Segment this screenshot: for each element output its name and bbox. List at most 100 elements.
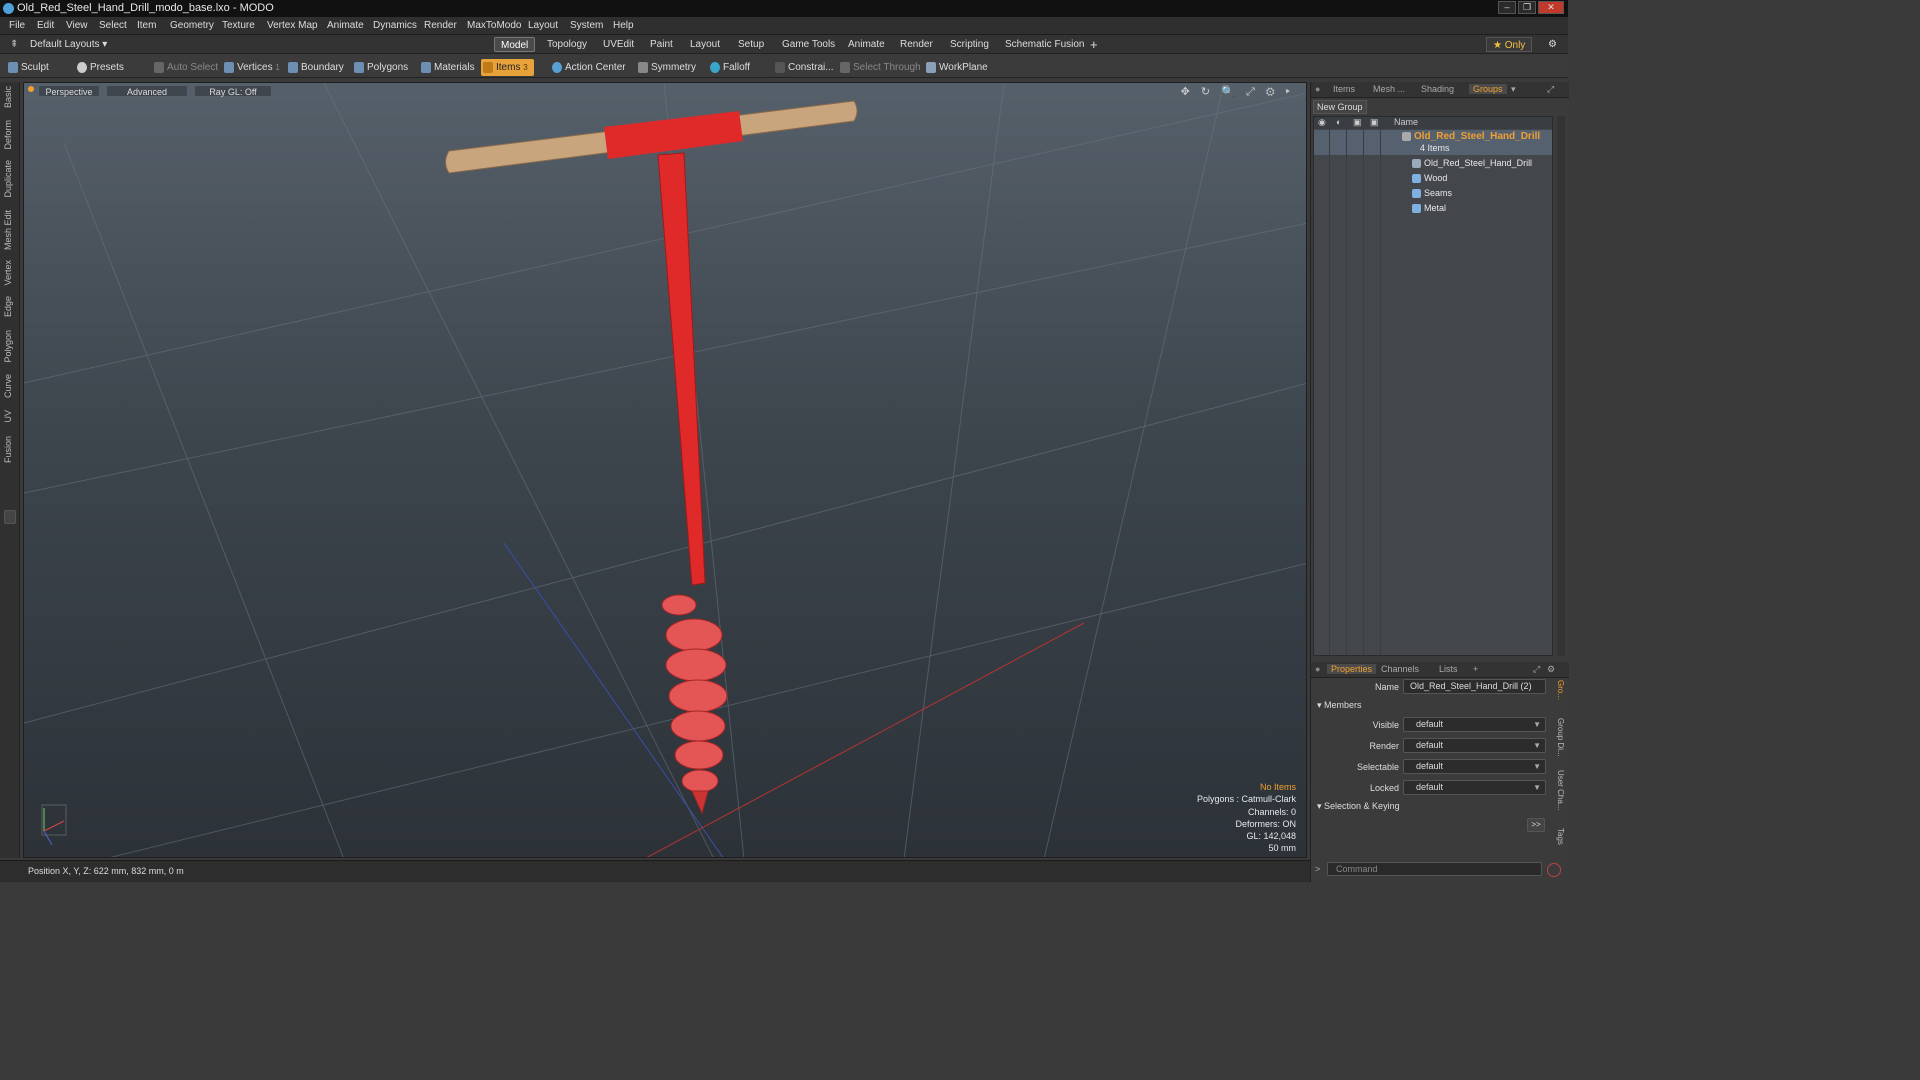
- groups-scrollbar[interactable]: [1557, 116, 1565, 656]
- tab-mesh-edit[interactable]: Mesh Edit: [3, 210, 17, 250]
- tab-model[interactable]: Model: [494, 37, 536, 52]
- selection-keying-section[interactable]: ▾ Selection & Keying: [1317, 801, 1400, 812]
- falloff-button[interactable]: Falloff: [708, 59, 750, 76]
- expand-icon[interactable]: ⤢: [1547, 84, 1554, 95]
- viewport-nav-icons[interactable]: ✥ ↻ 🔍 ⤢ ⚙ ▸: [1181, 85, 1294, 99]
- constrain-button[interactable]: Constrai...: [773, 59, 834, 76]
- more-button[interactable]: >>: [1527, 818, 1545, 832]
- symmetry-button[interactable]: Symmetry: [636, 59, 696, 76]
- tab-shading[interactable]: Shading: [1421, 84, 1454, 94]
- new-group-button[interactable]: New Group: [1313, 100, 1367, 114]
- member-row-mesh[interactable]: Old_Red_Steel_Hand_Drill: [1314, 157, 1552, 171]
- side-tab-group-display[interactable]: Group Di...: [1553, 718, 1565, 757]
- tab-duplicate[interactable]: Duplicate: [3, 160, 17, 198]
- render-dropdown[interactable]: default ▼: [1403, 738, 1546, 753]
- tab-polygon[interactable]: Polygon: [3, 330, 17, 363]
- action-center-button[interactable]: Action Center: [550, 59, 626, 76]
- tab-render[interactable]: Render: [894, 37, 939, 52]
- member-row-wood[interactable]: Wood: [1314, 172, 1552, 186]
- maximize-button[interactable]: ❐: [1518, 1, 1536, 14]
- workplane-button[interactable]: WorkPlane: [924, 59, 988, 76]
- minimize-button[interactable]: –: [1498, 1, 1516, 14]
- menu-geometry[interactable]: Geometry: [170, 20, 214, 31]
- expand-icon[interactable]: ⤢: [1533, 664, 1540, 675]
- command-history-icon[interactable]: [1547, 863, 1561, 877]
- member-row-metal[interactable]: Metal: [1314, 202, 1552, 216]
- side-tab-group[interactable]: Gro...: [1553, 680, 1565, 700]
- only-toggle[interactable]: ★ Only: [1486, 37, 1533, 52]
- hand-drill-model[interactable]: [445, 100, 858, 815]
- menu-edit[interactable]: Edit: [37, 20, 54, 31]
- tab-curve[interactable]: Curve: [3, 374, 17, 398]
- tab-scripting[interactable]: Scripting: [944, 37, 995, 52]
- tab-properties[interactable]: Properties: [1327, 664, 1377, 674]
- settings-gear-icon[interactable]: ⚙: [1542, 37, 1563, 52]
- command-input[interactable]: Command: [1327, 862, 1542, 876]
- menu-render[interactable]: Render: [424, 20, 457, 31]
- tab-setup[interactable]: Setup: [732, 37, 770, 52]
- menu-layout[interactable]: Layout: [528, 20, 558, 31]
- boundary-button[interactable]: Boundary: [286, 59, 344, 76]
- menu-maxtomodo[interactable]: MaxToModo: [467, 20, 521, 31]
- presets-button[interactable]: Presets: [75, 59, 124, 76]
- menu-file[interactable]: File: [9, 20, 25, 31]
- locked-dropdown[interactable]: default ▼: [1403, 780, 1546, 795]
- add-tab-icon[interactable]: +: [1084, 37, 1104, 52]
- shading-advanced-dropdown[interactable]: Advanced: [106, 85, 188, 97]
- tab-groups[interactable]: Groups: [1469, 84, 1507, 94]
- side-tab-user-channels[interactable]: User Cha...: [1553, 770, 1565, 810]
- tab-paint[interactable]: Paint: [644, 37, 679, 52]
- auto-select-button[interactable]: Auto Select: [152, 59, 218, 76]
- side-tab-tags[interactable]: Tags: [1553, 828, 1565, 845]
- tab-animate[interactable]: Animate: [842, 37, 891, 52]
- gear-icon[interactable]: ⚙: [1547, 664, 1555, 675]
- menu-system[interactable]: System: [570, 20, 603, 31]
- menu-texture[interactable]: Texture: [222, 20, 255, 31]
- sculpt-button[interactable]: Sculpt: [6, 59, 49, 76]
- items-button[interactable]: Items 3: [481, 59, 534, 76]
- tab-lists[interactable]: Lists: [1439, 664, 1458, 674]
- layout-arrow-icon[interactable]: ⇞: [4, 37, 24, 52]
- add-tab-button[interactable]: +: [1473, 664, 1478, 674]
- name-field[interactable]: Old_Red_Steel_Hand_Drill (2): [1403, 679, 1546, 694]
- menu-item[interactable]: Item: [137, 20, 156, 31]
- tab-mesh[interactable]: Mesh ...: [1373, 84, 1405, 94]
- raygl-toggle[interactable]: Ray GL: Off: [194, 85, 272, 97]
- tab-uvedit[interactable]: UVEdit: [597, 37, 640, 52]
- 3d-viewport[interactable]: Perspective Advanced Ray GL: Off ✥ ↻ 🔍 ⤢…: [23, 82, 1307, 858]
- tab-game-tools[interactable]: Game Tools: [776, 37, 841, 52]
- menu-help[interactable]: Help: [613, 20, 634, 31]
- chevron-down-icon: ▼: [1533, 762, 1541, 771]
- visible-dropdown[interactable]: default ▼: [1403, 717, 1546, 732]
- tab-deform[interactable]: Deform: [3, 120, 17, 150]
- menu-animate[interactable]: Animate: [327, 20, 364, 31]
- tab-topology[interactable]: Topology: [541, 37, 593, 52]
- members-section[interactable]: ▾ Members: [1317, 700, 1362, 711]
- materials-button[interactable]: Materials: [419, 59, 475, 76]
- vertices-button[interactable]: Vertices 1: [222, 59, 280, 76]
- layouts-dropdown[interactable]: Default Layouts ▾: [24, 37, 113, 52]
- tab-basic[interactable]: Basic: [3, 86, 17, 108]
- menu-vertex-map[interactable]: Vertex Map: [267, 20, 318, 31]
- tab-items[interactable]: Items: [1333, 84, 1355, 94]
- tab-vertex[interactable]: Vertex: [3, 260, 17, 286]
- drill-shaft: [657, 152, 706, 586]
- name-row: Name Old_Red_Steel_Hand_Drill (2): [1311, 678, 1551, 696]
- tab-uv[interactable]: UV: [3, 410, 17, 423]
- menu-dynamics[interactable]: Dynamics: [373, 20, 417, 31]
- tab-dropdown-icon[interactable]: ▾: [1511, 84, 1516, 95]
- menu-select[interactable]: Select: [99, 20, 127, 31]
- tab-schematic-fusion[interactable]: Schematic Fusion: [999, 37, 1090, 52]
- member-row-seams[interactable]: Seams: [1314, 187, 1552, 201]
- view-perspective-dropdown[interactable]: Perspective: [38, 85, 100, 97]
- polygons-button[interactable]: Polygons: [352, 59, 408, 76]
- selectable-dropdown[interactable]: default ▼: [1403, 759, 1546, 774]
- left-panel-toggle[interactable]: [4, 510, 16, 524]
- tab-fusion[interactable]: Fusion: [3, 436, 17, 463]
- tab-edge[interactable]: Edge: [3, 296, 17, 317]
- tab-layout[interactable]: Layout: [684, 37, 726, 52]
- close-button[interactable]: ✕: [1538, 1, 1564, 14]
- select-through-button[interactable]: Select Through: [838, 59, 921, 76]
- menu-view[interactable]: View: [66, 20, 88, 31]
- tab-channels[interactable]: Channels: [1381, 664, 1419, 674]
